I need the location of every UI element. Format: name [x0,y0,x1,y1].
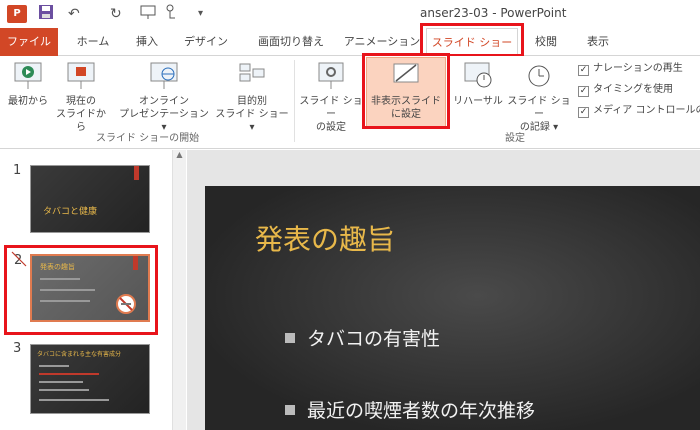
thumbnail-accent [134,166,139,180]
slide-thumbnail-3[interactable]: タバコに含まれる主な有害成分 [30,344,150,414]
redo-icon[interactable]: ↻ [110,4,122,24]
undo-icon[interactable]: ↶ [68,4,80,24]
slide-bullet[interactable]: タバコの有害性 [285,324,440,351]
present-online-label-1: オンライン [139,96,189,107]
custom-slide-show-label-2: スライド ショー ▾ [215,109,289,133]
from-current-slide-icon [65,60,97,92]
record-slide-show-icon [523,60,555,92]
from-beginning-label: 最初から [8,96,48,107]
record-slide-show-label-1: スライド ショー [507,96,571,120]
group-separator [294,60,295,142]
tab-insert[interactable]: 挿入 [124,28,170,56]
tab-home[interactable]: ホーム [66,28,120,56]
checkmark-icon: ✓ [578,107,589,118]
touch-mode-icon[interactable] [164,4,178,24]
customize-qa-dropdown-icon[interactable]: ▾ [198,4,203,24]
checkmark-icon: ✓ [578,65,589,76]
play-narrations-label: ナレーションの再生 [593,63,683,74]
thumbnail-text-line [39,389,89,391]
show-media-controls-label: メディア コントロールの表 [593,105,700,116]
slide-thumbnail-1[interactable]: タバコと健康 [30,165,150,233]
slide-number: 3 [13,341,22,356]
bullet-square-icon [285,405,295,415]
slide-thumbnail-2[interactable]: 発表の趣旨 [30,254,150,322]
from-beginning-icon [12,60,44,92]
hide-slide-highlight-box [362,53,450,129]
present-online-icon [148,60,180,92]
custom-slide-show-button[interactable]: 目的別 スライド ショー ▾ [212,58,292,134]
start-from-beginning-qa-icon[interactable] [140,4,156,24]
thumbnail-text-line [40,300,90,302]
set-up-slide-show-button[interactable]: スライド ショー の設定 [298,58,364,134]
powerpoint-app-icon[interactable]: P [7,5,27,23]
tab-highlight-box [420,23,524,57]
ribbon: 最初から 現在の スライドから オンライン プレゼンテーション ▾ 目的別 スラ… [0,56,700,149]
tab-file[interactable]: ファイル [0,28,58,56]
bullet-text: タバコの有害性 [307,328,441,350]
set-up-slide-show-label-1: スライド ショー [299,96,363,120]
rehearse-timings-label: リハーサル [453,96,503,107]
custom-slide-show-icon [236,60,268,92]
record-slide-show-button[interactable]: スライド ショー の記録 ▾ [506,58,572,134]
set-up-slide-show-label-2: の設定 [316,122,346,133]
start-group-label: スライド ショーの開始 [96,133,200,144]
thumbnail-title: タバコに含まれる主な有害成分 [37,351,122,358]
use-timings-checkbox[interactable]: ✓ タイミングを使用 [578,83,673,97]
thumbnail-text-line [39,399,109,401]
tab-transitions[interactable]: 画面切り替え [244,28,338,56]
thumbnail-text-line [39,381,83,383]
custom-slide-show-label-1: 目的別 [237,96,267,107]
thumbnail-text-line [39,373,99,375]
rehearse-timings-icon [462,60,494,92]
title-bar: P ↶ ↻ ▾ anser23-03 - PowerPoint [0,0,700,28]
setup-group-label: 設定 [505,133,525,144]
no-smoking-icon [116,294,136,314]
tab-design[interactable]: デザイン [178,28,234,56]
use-timings-label: タイミングを使用 [593,84,673,95]
tab-review[interactable]: 校閲 [526,28,566,56]
bullet-text: 最近の喫煙者数の年次推移 [307,400,536,422]
thumbnail-text-line [40,278,80,280]
thumbnail-accent [133,256,138,270]
slide-bullet[interactable]: 最近の喫煙者数の年次推移 [285,396,535,423]
bullet-square-icon [285,333,295,343]
set-up-slide-show-icon [315,60,347,92]
checkmark-icon: ✓ [578,86,589,97]
show-media-controls-checkbox[interactable]: ✓ メディア コントロールの表 [578,104,700,118]
thumbnail-title: 発表の趣旨 [40,263,75,271]
from-beginning-button[interactable]: 最初から [2,58,54,108]
from-current-slide-label-1: 現在の [66,96,96,107]
slides-panel-scrollbar[interactable]: ▲ [172,150,186,430]
rehearse-timings-button[interactable]: リハーサル [450,58,506,108]
thumbnail-title: タバコと健康 [43,207,98,217]
tab-view[interactable]: 表示 [576,28,620,56]
thumbnail-text-line [40,289,95,291]
slide-title[interactable]: 発表の趣旨 [255,218,395,258]
tab-animations[interactable]: アニメーション [342,28,422,56]
ribbon-tabs: ファイル ホーム 挿入 デザイン 画面切り替え アニメーション スライド ショー… [0,28,700,57]
scroll-up-icon[interactable]: ▲ [173,150,186,159]
present-online-button[interactable]: オンライン プレゼンテーション ▾ [118,58,210,134]
play-narrations-checkbox[interactable]: ✓ ナレーションの再生 [578,62,683,76]
slide-number: 1 [13,163,22,178]
thumbnail-text-line [39,365,69,367]
save-icon[interactable] [38,4,54,24]
window-title: anser23-03 - PowerPoint [420,6,567,20]
from-current-slide-button[interactable]: 現在の スライドから [52,58,110,134]
